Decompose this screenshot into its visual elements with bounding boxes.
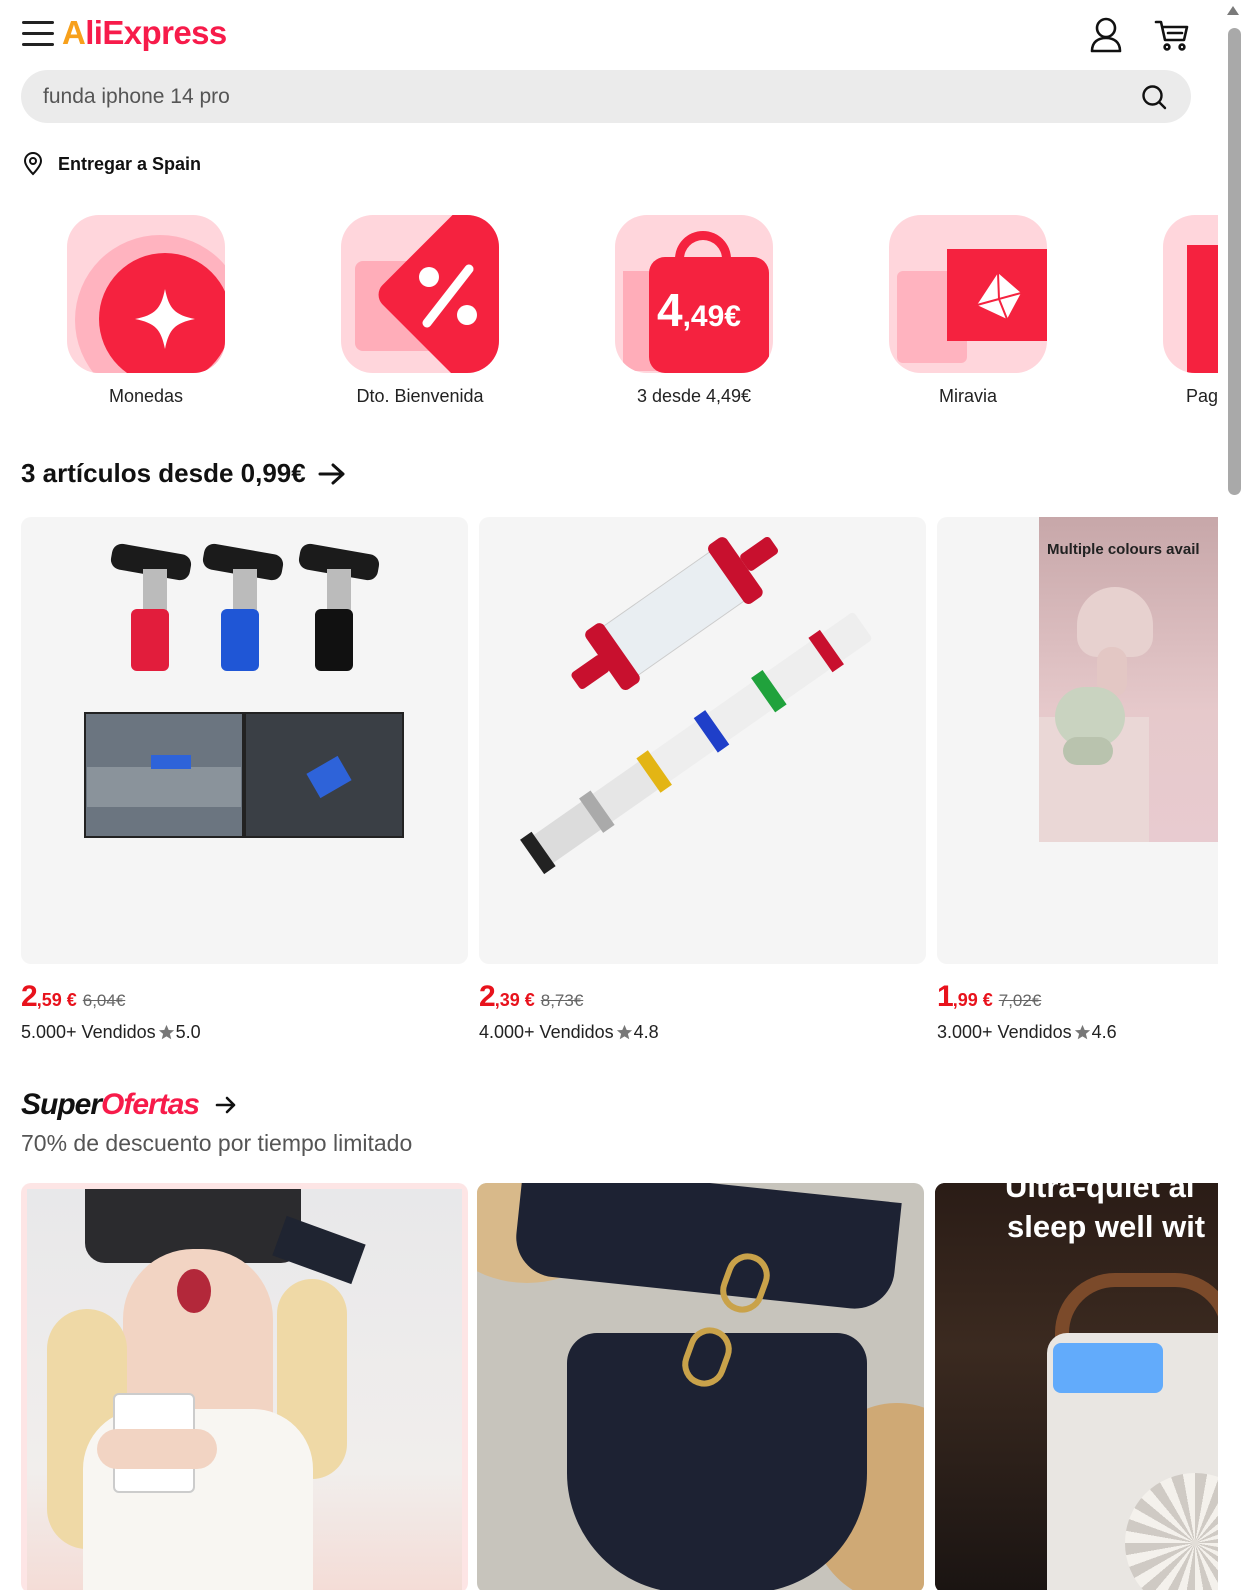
coin-star-icon <box>67 215 225 373</box>
arrow-right-icon <box>215 1096 236 1114</box>
user-icon[interactable] <box>1088 16 1124 54</box>
product-image <box>21 517 468 964</box>
sales-rating: 4.000+ Vendidos 4.8 <box>479 1022 659 1042</box>
category-label: Pag <box>1186 386 1218 406</box>
deal-card[interactable] <box>477 1183 924 1590</box>
arrow-right-icon <box>318 463 345 484</box>
category-label: Dto. Bienvenida <box>356 386 484 406</box>
aliexpress-logo[interactable]: AliExpress <box>62 14 227 52</box>
product-card[interactable]: Multiple colours avail 1 ,99 € 7,02€ 3.0… <box>937 517 1218 1043</box>
old-price: 6,04€ <box>82 991 126 1010</box>
bundle-products: 2 ,59 € 6,04€ 5.000+ Vendidos 5.0 2 ,39 … <box>21 517 1218 1057</box>
search-input[interactable] <box>43 70 1123 123</box>
category-dto-bienvenida[interactable]: Dto. Bienvenida <box>300 215 540 407</box>
product-image: Multiple colours avail <box>937 517 1218 964</box>
superofertas-deals: Ultra-quiet ai sleep well wit <box>21 1183 1218 1590</box>
sales-rating: 5.000+ Vendidos 5.0 <box>21 1022 201 1042</box>
truck-icon <box>889 215 1047 373</box>
hamburger-icon[interactable] <box>22 21 54 47</box>
scroll-thumb[interactable] <box>1228 28 1241 495</box>
location-pin-icon <box>23 152 43 176</box>
category-label: Miravia <box>938 386 997 406</box>
cart-icon[interactable] <box>1153 17 1191 53</box>
category-3-desde[interactable]: 4,49€ 3 desde 4,49€ <box>574 215 814 407</box>
price: 2 ,59 € 6,04€ <box>21 980 126 1013</box>
price: 1 ,99 € 7,02€ <box>937 980 1042 1013</box>
product-card[interactable]: 2 ,59 € 6,04€ 5.000+ Vendidos 5.0 <box>21 517 468 1043</box>
scroll-up-arrow-icon[interactable] <box>1227 6 1239 15</box>
partial-icon <box>1163 215 1218 373</box>
price: 2 ,39 € 8,73€ <box>479 980 584 1013</box>
sales-rating: 3.000+ Vendidos 4.6 <box>937 1022 1117 1042</box>
black-swimsuit-photo <box>477 1183 924 1590</box>
image-caption: Multiple colours avail <box>1047 541 1200 558</box>
category-shortcuts: Monedas Dto. Bienvenida 4,49€ 3 desde 4,… <box>0 215 1218 415</box>
deal-card[interactable]: Ultra-quiet ai sleep well wit <box>935 1183 1218 1590</box>
category-label: 3 desde 4,49€ <box>636 386 752 406</box>
superofertas-title[interactable]: Super Ofertas <box>21 1088 237 1122</box>
category-partial[interactable]: Pag <box>1122 215 1218 407</box>
delivery-location[interactable]: Entregar a Spain <box>22 150 201 178</box>
product-card[interactable]: 2 ,39 € 8,73€ 4.000+ Vendidos 4.8 <box>479 517 926 1043</box>
discount-tag-icon <box>341 215 499 373</box>
shopping-bag-icon: 4,49€ <box>615 215 773 373</box>
star-icon <box>158 1024 174 1040</box>
air-cooler-photo: Ultra-quiet ai sleep well wit <box>935 1183 1218 1590</box>
search-bar <box>21 70 1191 123</box>
image-caption: sleep well wit <box>1007 1209 1206 1244</box>
superofertas-subtitle: 70% de descuento por tiempo limitado <box>21 1130 413 1156</box>
category-miravia[interactable]: Miravia <box>848 215 1088 407</box>
page: AliExpress Entregar a Spain <box>0 0 1218 1590</box>
star-icon <box>1074 1024 1090 1040</box>
old-price: 8,73€ <box>540 991 584 1010</box>
star-icon <box>616 1024 632 1040</box>
old-price: 7,02€ <box>998 991 1042 1010</box>
delivery-label: Entregar a Spain <box>58 153 202 174</box>
image-caption: Ultra-quiet ai <box>1005 1183 1195 1204</box>
bundle-section-title[interactable]: 3 artículos desde 0,99€ <box>21 458 346 489</box>
category-label: Monedas <box>108 386 184 406</box>
search-icon[interactable] <box>1141 84 1167 110</box>
header: AliExpress <box>0 0 1218 70</box>
product-image <box>479 517 926 964</box>
deal-card[interactable] <box>21 1183 468 1590</box>
vr-headset-photo <box>27 1189 462 1590</box>
category-monedas[interactable]: Monedas <box>26 215 266 407</box>
page-scrollbar[interactable] <box>1218 0 1251 1590</box>
